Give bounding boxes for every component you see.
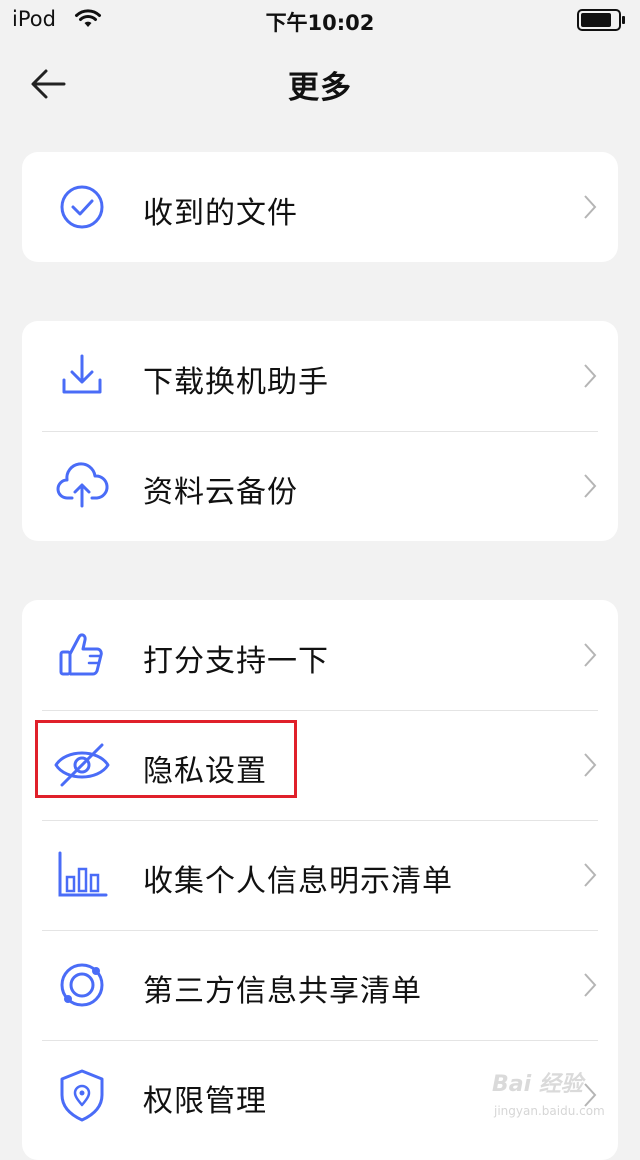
eye-off-icon <box>54 743 110 787</box>
thumbs-up-icon <box>59 633 103 676</box>
watermark-url: jingyan.baidu.com <box>494 1104 605 1118</box>
chevron-right-icon <box>584 753 597 777</box>
menu-item-label: 打分支持一下 <box>143 644 329 679</box>
menu-item-rate-app[interactable]: 打分支持一下 <box>22 600 618 710</box>
menu-item-received-files[interactable]: 收到的文件 <box>22 152 618 262</box>
page-title: 更多 <box>288 70 352 106</box>
chevron-right-icon <box>584 863 597 887</box>
battery-icon <box>577 9 627 35</box>
menu-item-third-party-sharing[interactable]: 第三方信息共享清单 <box>22 930 618 1040</box>
status-bar: iPod 下午10:02 <box>0 0 640 40</box>
orbit-icon <box>60 963 104 1007</box>
cloud-upload-icon <box>56 462 109 508</box>
menu-item-download-helper[interactable]: 下载换机助手 <box>22 321 618 431</box>
menu-group-transfer: 下载换机助手 资料云备份 <box>22 321 618 541</box>
menu-item-label: 隐私设置 <box>143 754 267 789</box>
menu-item-label: 权限管理 <box>143 1084 267 1119</box>
menu-item-cloud-backup[interactable]: 资料云备份 <box>22 431 618 541</box>
shield-location-icon <box>60 1069 104 1122</box>
menu-item-label: 下载换机助手 <box>143 365 329 400</box>
menu-item-personal-info-list[interactable]: 收集个人信息明示清单 <box>22 820 618 930</box>
nav-bar: 更多 <box>0 40 640 128</box>
check-circle-icon <box>60 185 104 229</box>
download-icon <box>62 354 102 394</box>
status-time: 下午10:02 <box>265 11 375 35</box>
menu-item-label: 收到的文件 <box>143 196 298 231</box>
watermark: Bai 经验 jingyan.baidu.com <box>492 1066 612 1126</box>
watermark-logo-text: Bai 经验 <box>492 1072 583 1097</box>
menu-item-privacy-settings[interactable]: 隐私设置 <box>22 710 618 820</box>
chevron-right-icon <box>584 973 597 997</box>
menu-item-label: 资料云备份 <box>143 475 298 510</box>
chevron-right-icon <box>584 195 597 219</box>
menu-item-label: 第三方信息共享清单 <box>143 974 422 1009</box>
menu-item-label: 收集个人信息明示清单 <box>143 864 453 899</box>
menu-group-files: 收到的文件 <box>22 152 618 262</box>
chevron-right-icon <box>584 474 597 498</box>
chevron-right-icon <box>584 364 597 388</box>
chevron-right-icon <box>584 643 597 667</box>
bar-chart-icon <box>58 851 108 897</box>
